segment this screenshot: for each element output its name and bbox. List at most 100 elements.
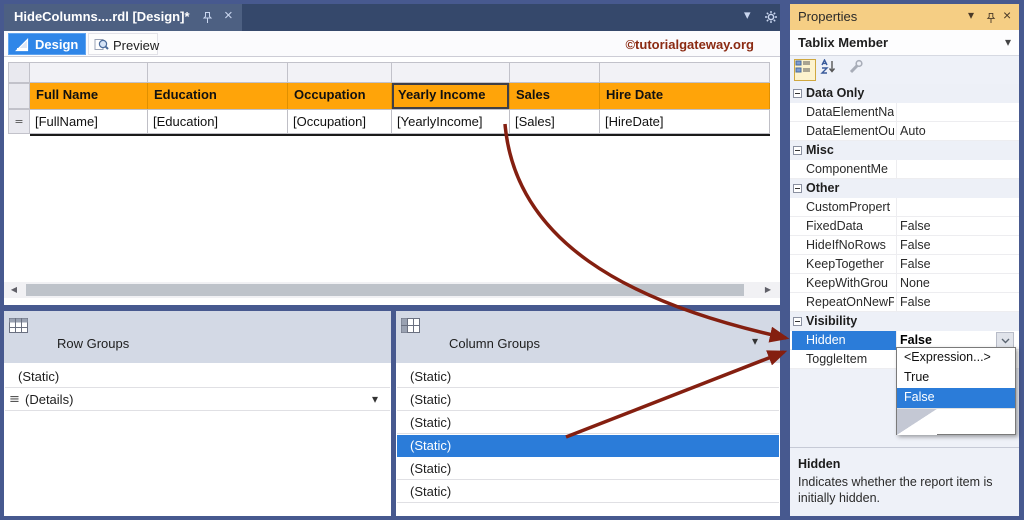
column-group-static[interactable]: (Static) [397, 481, 779, 503]
property-description: Hidden Indicates whether the report item… [790, 448, 1019, 516]
collapse-icon[interactable] [793, 317, 802, 326]
header-cell-fullname[interactable]: Full Name [30, 83, 148, 109]
categorized-icon [795, 60, 810, 73]
category-data-only[interactable]: Data Only [790, 84, 1019, 103]
properties-titlebar[interactable]: Properties ▾ × [790, 4, 1019, 30]
properties-panel: Properties ▾ × Tablix Member ▾ Data Only [790, 4, 1019, 516]
chevron-down-icon [1001, 338, 1010, 344]
object-selector[interactable]: Tablix Member ▾ [790, 30, 1019, 56]
dropdown-option-expression[interactable]: <Expression...> [897, 348, 1015, 368]
preview-tab-label: Preview [113, 38, 160, 53]
object-selector-value: Tablix Member [798, 35, 889, 50]
details-handle-icon: ≡ [9, 392, 20, 407]
row-handle-header[interactable] [8, 83, 30, 109]
data-cell-fullname[interactable]: [FullName] [30, 109, 148, 134]
column-handle[interactable] [510, 62, 600, 83]
column-handle[interactable] [30, 62, 148, 83]
header-cell-yearly-income-selected[interactable]: Yearly Income [392, 83, 510, 109]
horizontal-scrollbar[interactable]: ◀ ▶ [4, 282, 780, 298]
hidden-value-dropdown: <Expression...> True False [896, 347, 1016, 435]
gear-icon[interactable] [764, 10, 778, 29]
data-cell-sales[interactable]: [Sales] [510, 109, 600, 134]
categorized-view-button[interactable] [794, 59, 816, 81]
header-cell-sales[interactable]: Sales [510, 83, 600, 109]
column-group-static[interactable]: (Static) [397, 412, 779, 434]
surface-gap [4, 298, 780, 305]
design-tab-button[interactable]: Design [8, 33, 86, 55]
category-misc[interactable]: Misc [790, 141, 1019, 160]
dropdown-resize-grip[interactable] [897, 408, 1015, 435]
column-groups-icon [401, 318, 420, 333]
pin-icon[interactable] [986, 11, 996, 29]
category-other[interactable]: Other [790, 179, 1019, 198]
description-title: Hidden [798, 457, 841, 471]
scrollbar-thumb[interactable] [26, 284, 744, 296]
property-row[interactable]: FixedData False [790, 217, 1019, 236]
column-groups-caret-icon[interactable]: ▾ [752, 334, 758, 348]
data-cell-education[interactable]: [Education] [148, 109, 288, 134]
tablix-corner-handle[interactable] [8, 62, 30, 83]
document-tab-title: HideColumns....rdl [Design]* [14, 9, 190, 24]
dropdown-option-false-selected[interactable]: False [897, 388, 1015, 408]
chevron-down-icon[interactable]: ▾ [744, 8, 751, 23]
column-group-static[interactable]: (Static) [397, 389, 779, 411]
column-groups-pane: Column Groups ▾ (Static) (Static) (Stati… [396, 311, 780, 516]
wrench-icon [849, 59, 863, 74]
mode-toolbar: Design Preview ©tutorialgateway.org [4, 31, 780, 57]
document-tab[interactable]: HideColumns....rdl [Design]* × [4, 4, 242, 31]
property-row[interactable]: CustomPropert [790, 198, 1019, 217]
details-row-icon: = [14, 115, 24, 128]
row-groups-title: Row Groups [57, 336, 130, 351]
scroll-right-icon[interactable]: ▶ [760, 282, 776, 298]
sort-alphabetical-button[interactable] [820, 58, 842, 81]
property-row[interactable]: DataElementOu Auto [790, 122, 1019, 141]
panel-splitter[interactable] [780, 4, 790, 516]
property-row[interactable]: HideIfNoRows False [790, 236, 1019, 255]
row-groups-icon [9, 318, 28, 333]
column-handle[interactable] [600, 62, 770, 83]
window-menu-caret-icon[interactable]: ▾ [968, 8, 974, 22]
header-cell-occupation[interactable]: Occupation [288, 83, 392, 109]
property-pages-wrench-button[interactable] [848, 59, 870, 81]
tablix-outline-bottom [30, 134, 770, 136]
dropdown-option-true[interactable]: True [897, 368, 1015, 388]
data-cell-yearly-income[interactable]: [YearlyIncome] [392, 109, 510, 134]
close-icon[interactable]: × [224, 7, 233, 24]
row-groups-header: Row Groups [4, 311, 391, 363]
header-cell-hiredate[interactable]: Hire Date [600, 83, 770, 109]
close-icon[interactable]: × [1003, 7, 1011, 23]
header-cell-education[interactable]: Education [148, 83, 288, 109]
column-handle[interactable] [288, 62, 392, 83]
collapse-icon[interactable] [793, 146, 802, 155]
row-group-details-label: (Details) [25, 392, 74, 407]
group-menu-caret-icon[interactable]: ▾ [366, 389, 384, 410]
column-group-static-selected[interactable]: (Static) [397, 435, 779, 457]
preview-tab-button[interactable]: Preview [88, 33, 160, 55]
data-cell-occupation[interactable]: [Occupation] [288, 109, 392, 134]
row-group-static[interactable]: (Static) [5, 366, 390, 388]
row-handle-details[interactable]: = [8, 109, 30, 134]
scroll-left-icon[interactable]: ◀ [6, 282, 22, 298]
properties-title: Properties [798, 9, 858, 24]
property-row[interactable]: DataElementNa [790, 103, 1019, 122]
property-row[interactable]: KeepWithGrou None [790, 274, 1019, 293]
collapse-icon[interactable] [793, 89, 802, 98]
property-row[interactable]: ComponentMe [790, 160, 1019, 179]
design-icon [15, 38, 29, 52]
report-design-surface[interactable]: = Full Name Education Occupation Yearly … [4, 57, 780, 282]
column-handle[interactable] [392, 62, 510, 83]
row-group-details[interactable]: ≡ (Details) ▾ [5, 389, 390, 411]
document-tab-bar: HideColumns....rdl [Design]* × ▾ [4, 4, 780, 31]
sort-alphabetical-icon [820, 58, 836, 74]
pin-icon[interactable] [202, 11, 213, 29]
data-cell-hiredate[interactable]: [HireDate] [600, 109, 770, 134]
column-handle[interactable] [148, 62, 288, 83]
column-group-static[interactable]: (Static) [397, 458, 779, 480]
property-row[interactable]: RepeatOnNewP False [790, 293, 1019, 312]
watermark-text: ©tutorialgateway.org [625, 37, 754, 52]
property-row[interactable]: KeepTogether False [790, 255, 1019, 274]
collapse-icon[interactable] [793, 184, 802, 193]
design-tab-label: Design [35, 37, 79, 52]
category-visibility[interactable]: Visibility [790, 312, 1019, 331]
column-group-static[interactable]: (Static) [397, 366, 779, 388]
